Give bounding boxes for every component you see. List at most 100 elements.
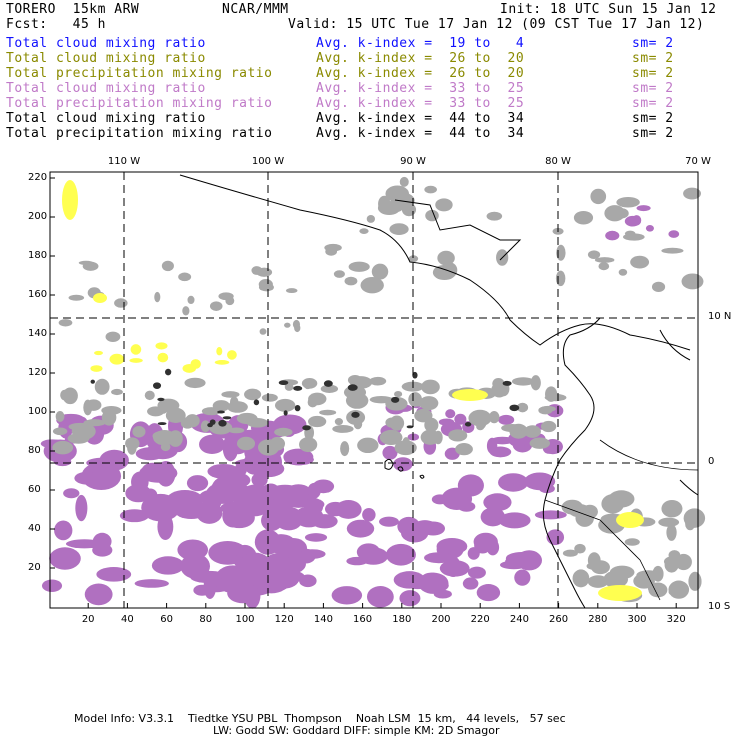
dense-cloud-core xyxy=(302,425,311,431)
high-cloud-area xyxy=(58,319,73,327)
mid-cloud-area xyxy=(516,550,542,571)
high-cloud-area xyxy=(105,331,121,342)
high-cloud-area xyxy=(574,543,586,554)
high-cloud-area xyxy=(78,260,94,266)
mid-cloud-area xyxy=(49,547,81,570)
low-cloud-area xyxy=(109,353,125,365)
lon-label: 110 W xyxy=(107,156,141,167)
mid-cloud-area xyxy=(418,572,449,594)
mid-cloud-area xyxy=(498,473,529,492)
high-cloud-area xyxy=(308,392,327,406)
mid-cloud-area xyxy=(207,463,240,479)
dense-cloud-core xyxy=(293,385,303,391)
low-cloud-area xyxy=(157,352,169,363)
high-cloud-area xyxy=(147,406,165,417)
mid-cloud-area xyxy=(227,583,260,604)
mid-cloud-area xyxy=(467,547,480,560)
high-cloud-area xyxy=(101,406,122,415)
low-cloud-area xyxy=(452,389,488,401)
high-cloud-area xyxy=(681,273,704,290)
mid-cloud-area xyxy=(134,579,169,588)
high-cloud-area xyxy=(668,580,690,599)
high-cloud-area xyxy=(587,552,601,569)
high-cloud-area xyxy=(419,396,439,411)
dense-cloud-core xyxy=(283,410,288,416)
mid-cloud-area xyxy=(399,590,421,607)
dense-cloud-core xyxy=(347,384,358,391)
mid-cloud-area xyxy=(63,488,80,499)
dense-cloud-core xyxy=(253,399,260,406)
high-cloud-area xyxy=(476,423,485,431)
high-cloud-area xyxy=(71,422,96,440)
high-cloud-area xyxy=(545,386,558,402)
high-cloud-area xyxy=(319,409,337,416)
y-tick-label: 80 xyxy=(28,445,41,456)
mid-cloud-area xyxy=(386,549,400,562)
high-cloud-area xyxy=(227,401,248,413)
high-cloud-area xyxy=(333,270,346,278)
low-cloud-area xyxy=(62,180,78,220)
y-tick-label: 140 xyxy=(28,328,48,339)
high-cloud-area xyxy=(366,214,375,223)
mid-cloud-area xyxy=(75,494,88,522)
mid-cloud-area xyxy=(445,409,456,419)
high-cloud-area xyxy=(308,415,327,428)
x-tick-label: 20 xyxy=(81,614,95,625)
map-plot xyxy=(40,171,706,609)
x-tick-label: 200 xyxy=(431,614,451,625)
mid-cloud-area xyxy=(400,523,429,543)
low-cloud-area xyxy=(616,512,644,528)
high-cloud-area xyxy=(685,517,696,531)
mid-cloud-area xyxy=(346,519,375,538)
dense-cloud-core xyxy=(157,422,167,426)
lat-label: 10 S xyxy=(708,601,731,612)
high-cloud-area xyxy=(675,553,692,571)
high-cloud-area xyxy=(345,392,369,409)
high-cloud-area xyxy=(161,260,174,272)
mid-cloud-area xyxy=(534,510,567,520)
high-cloud-area xyxy=(661,499,683,518)
x-tick-label: 180 xyxy=(392,614,412,625)
mid-cloud-area xyxy=(238,552,272,581)
mid-cloud-area xyxy=(193,584,211,596)
high-cloud-area xyxy=(622,233,645,241)
high-cloud-area xyxy=(360,277,384,294)
x-tick-label: 120 xyxy=(274,614,294,625)
low-cloud-area xyxy=(129,358,143,363)
y-tick-label: 200 xyxy=(28,211,48,222)
high-cloud-area xyxy=(340,441,350,457)
high-cloud-area xyxy=(401,437,411,453)
high-cloud-area xyxy=(587,250,601,259)
mid-cloud-area xyxy=(346,556,368,566)
dense-cloud-core xyxy=(222,416,232,420)
mid-cloud-area xyxy=(222,434,239,462)
dense-cloud-core xyxy=(406,425,414,429)
mid-cloud-area xyxy=(605,230,620,241)
y-tick-label: 60 xyxy=(28,484,41,495)
dense-cloud-core xyxy=(157,397,165,402)
high-cloud-area xyxy=(94,378,110,395)
high-cloud-area xyxy=(52,440,74,455)
x-tick-label: 280 xyxy=(588,614,608,625)
mid-cloud-area xyxy=(186,475,209,492)
mid-cloud-area xyxy=(486,539,500,556)
high-cloud-area xyxy=(285,288,298,294)
high-cloud-area xyxy=(488,411,500,424)
x-tick-label: 40 xyxy=(121,614,134,625)
mid-cloud-area xyxy=(462,577,479,590)
mid-cloud-area xyxy=(514,569,531,586)
high-cloud-area xyxy=(369,376,387,386)
high-cloud-area xyxy=(399,176,409,187)
high-cloud-area xyxy=(455,443,473,456)
x-tick-label: 320 xyxy=(666,614,686,625)
dense-cloud-core xyxy=(294,404,301,412)
high-cloud-area xyxy=(357,437,379,454)
high-cloud-area xyxy=(433,430,443,445)
high-cloud-area xyxy=(661,247,684,254)
high-cloud-area xyxy=(244,388,262,401)
high-cloud-area xyxy=(132,425,146,438)
high-cloud-area xyxy=(636,570,661,581)
high-cloud-area xyxy=(590,188,607,205)
dense-cloud-core xyxy=(391,396,400,403)
high-cloud-area xyxy=(127,440,137,455)
